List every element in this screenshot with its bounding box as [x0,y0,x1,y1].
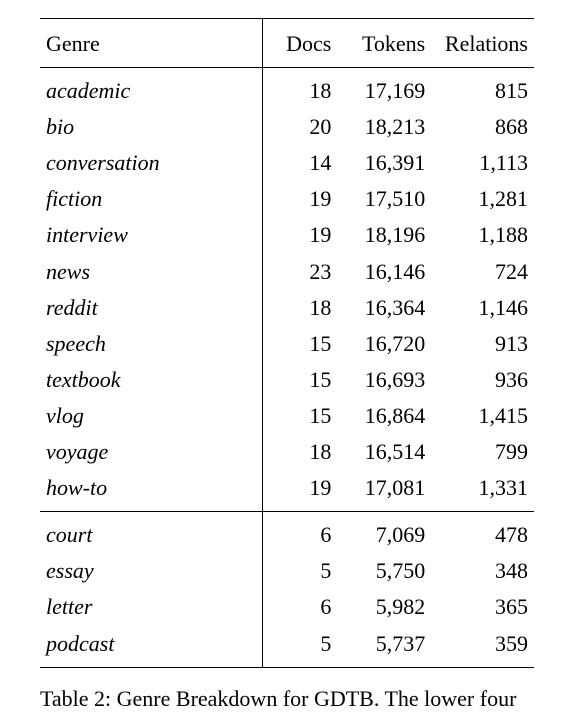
header-genre: Genre [40,19,262,68]
page: Genre Docs Tokens Relations academic 18 … [0,0,574,630]
cell-docs: 15 [262,362,341,398]
cell-docs: 18 [262,290,341,326]
table-row: news 23 16,146 724 [40,254,534,290]
genre-table: Genre Docs Tokens Relations academic 18 … [40,18,534,668]
table-row: letter 6 5,982 365 [40,589,534,625]
cell-tokens: 7,069 [341,512,435,554]
cell-docs: 5 [262,553,341,589]
cell-relations: 799 [435,434,534,470]
cell-genre: interview [40,217,262,253]
cell-docs: 18 [262,68,341,110]
table-row: bio 20 18,213 868 [40,109,534,145]
cell-docs: 20 [262,109,341,145]
cell-docs: 14 [262,145,341,181]
cell-docs: 23 [262,254,341,290]
cell-genre: podcast [40,626,262,668]
table-row: court 6 7,069 478 [40,512,534,554]
cell-relations: 1,146 [435,290,534,326]
table-row: academic 18 17,169 815 [40,68,534,110]
table-row: voyage 18 16,514 799 [40,434,534,470]
cell-tokens: 16,864 [341,398,435,434]
cell-docs: 19 [262,470,341,512]
table-row: fiction 19 17,510 1,281 [40,181,534,217]
table-row: essay 5 5,750 348 [40,553,534,589]
cell-docs: 5 [262,626,341,668]
header-tokens: Tokens [341,19,435,68]
cell-genre: vlog [40,398,262,434]
cell-genre: news [40,254,262,290]
cell-relations: 1,188 [435,217,534,253]
cell-tokens: 16,146 [341,254,435,290]
table-row: conversation 14 16,391 1,113 [40,145,534,181]
cell-genre: speech [40,326,262,362]
cell-genre: letter [40,589,262,625]
cell-relations: 815 [435,68,534,110]
cell-relations: 1,281 [435,181,534,217]
cell-tokens: 16,391 [341,145,435,181]
header-docs: Docs [262,19,341,68]
cell-genre: academic [40,68,262,110]
table-row: vlog 15 16,864 1,415 [40,398,534,434]
table-row: reddit 18 16,364 1,146 [40,290,534,326]
cell-tokens: 17,169 [341,68,435,110]
cell-docs: 19 [262,181,341,217]
cell-docs: 6 [262,512,341,554]
cell-tokens: 16,364 [341,290,435,326]
cell-genre: fiction [40,181,262,217]
cell-tokens: 16,720 [341,326,435,362]
cell-tokens: 5,737 [341,626,435,668]
cell-docs: 6 [262,589,341,625]
cell-relations: 1,113 [435,145,534,181]
table-row: how-to 19 17,081 1,331 [40,470,534,512]
cell-tokens: 17,510 [341,181,435,217]
cell-relations: 1,415 [435,398,534,434]
cell-tokens: 16,693 [341,362,435,398]
cell-relations: 365 [435,589,534,625]
cell-relations: 359 [435,626,534,668]
cell-genre: reddit [40,290,262,326]
cell-docs: 19 [262,217,341,253]
header-relations: Relations [435,19,534,68]
cell-tokens: 5,750 [341,553,435,589]
cell-genre: conversation [40,145,262,181]
cell-genre: court [40,512,262,554]
cell-tokens: 17,081 [341,470,435,512]
cell-relations: 936 [435,362,534,398]
cell-relations: 724 [435,254,534,290]
cell-tokens: 18,196 [341,217,435,253]
cell-tokens: 5,982 [341,589,435,625]
cell-genre: bio [40,109,262,145]
cell-tokens: 18,213 [341,109,435,145]
cell-genre: voyage [40,434,262,470]
cell-docs: 15 [262,326,341,362]
cell-docs: 15 [262,398,341,434]
table-row: podcast 5 5,737 359 [40,626,534,668]
cell-docs: 18 [262,434,341,470]
cell-tokens: 16,514 [341,434,435,470]
cell-relations: 868 [435,109,534,145]
cell-genre: how-to [40,470,262,512]
cell-relations: 478 [435,512,534,554]
cell-genre: textbook [40,362,262,398]
table-row: textbook 15 16,693 936 [40,362,534,398]
table-caption: Table 2: Genre Breakdown for GDTB. The l… [40,686,534,712]
cell-relations: 348 [435,553,534,589]
table-row: interview 19 18,196 1,188 [40,217,534,253]
table-header-row: Genre Docs Tokens Relations [40,19,534,68]
table-row: speech 15 16,720 913 [40,326,534,362]
cell-relations: 913 [435,326,534,362]
cell-relations: 1,331 [435,470,534,512]
cell-genre: essay [40,553,262,589]
